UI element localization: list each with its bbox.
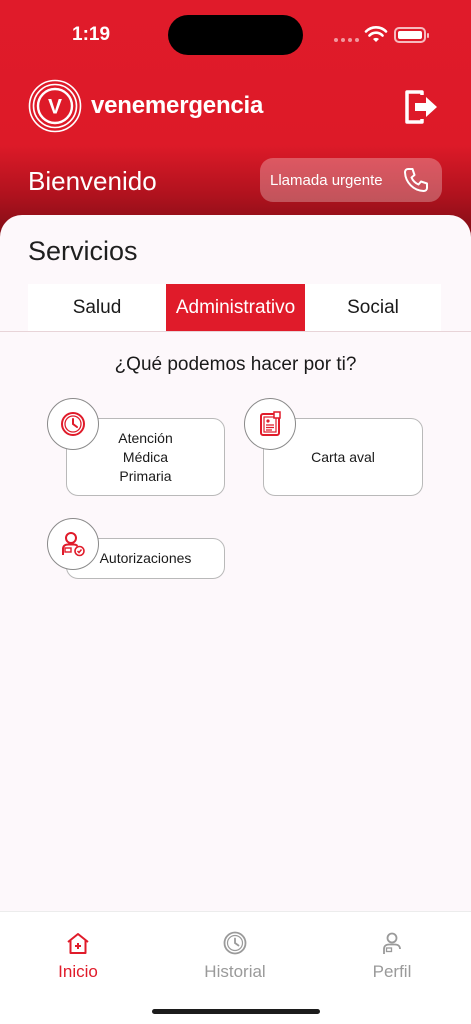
logout-icon[interactable] bbox=[402, 88, 440, 126]
battery-icon bbox=[394, 27, 429, 43]
bottom-tab-bar: Inicio Historial Perfil bbox=[0, 911, 471, 1024]
services-question: ¿Qué podemos hacer por ti? bbox=[114, 354, 357, 375]
dynamic-island bbox=[168, 15, 303, 55]
user-icon bbox=[383, 932, 401, 954]
brand-logo: V venemergencia bbox=[28, 79, 263, 133]
tab-administrativo[interactable]: Administrativo bbox=[166, 284, 305, 331]
home-icon bbox=[67, 933, 89, 954]
tabs-divider bbox=[0, 331, 471, 332]
status-bar: 1:19 bbox=[0, 0, 471, 70]
urgent-call-button[interactable]: Llamada urgente bbox=[260, 158, 442, 202]
urgent-call-label: Llamada urgente bbox=[270, 171, 383, 189]
logo-icon: V bbox=[28, 79, 82, 133]
nav-historial[interactable]: Historial bbox=[180, 930, 290, 982]
welcome-title: Bienvenido bbox=[28, 166, 157, 196]
phone-icon bbox=[404, 168, 428, 192]
tab-social[interactable]: Social bbox=[305, 284, 441, 331]
nav-inicio[interactable]: Inicio bbox=[23, 930, 133, 982]
nav-perfil[interactable]: Perfil bbox=[337, 930, 447, 982]
svg-text:V: V bbox=[48, 96, 62, 119]
section-title: Servicios bbox=[28, 236, 138, 266]
wifi-icon bbox=[364, 26, 388, 42]
nav-historial-label: Historial bbox=[204, 962, 266, 981]
nav-inicio-label: Inicio bbox=[58, 962, 98, 981]
nav-perfil-label: Perfil bbox=[372, 962, 412, 981]
document-icon[interactable] bbox=[244, 398, 296, 450]
user-check-icon[interactable] bbox=[47, 518, 99, 570]
brand-name: venemergencia bbox=[91, 92, 264, 119]
clock-icon bbox=[223, 931, 247, 955]
signal-icon bbox=[334, 38, 359, 42]
service-tabs: Salud Administrativo Social bbox=[28, 284, 441, 331]
home-indicator bbox=[152, 1009, 320, 1014]
tab-salud[interactable]: Salud bbox=[28, 284, 166, 331]
clock-icon[interactable] bbox=[47, 398, 99, 450]
status-time: 1:19 bbox=[72, 24, 111, 45]
